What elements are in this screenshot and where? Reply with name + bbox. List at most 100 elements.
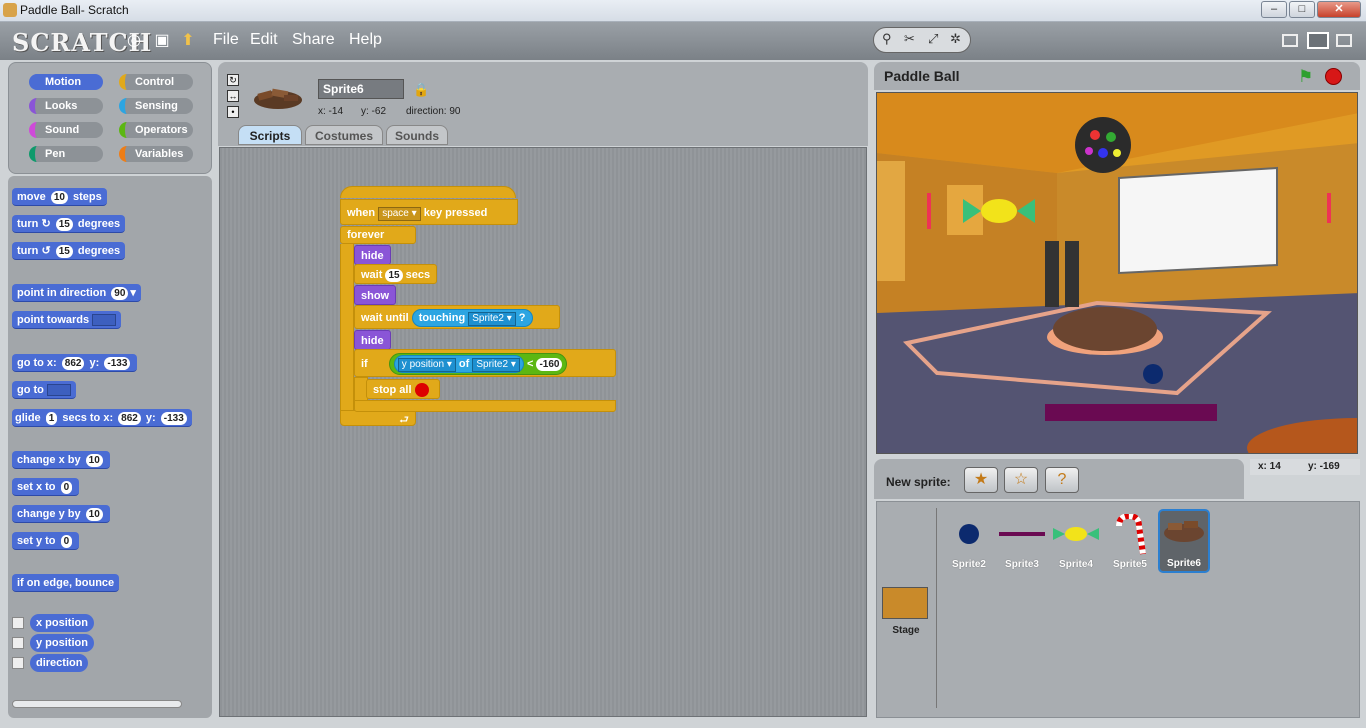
direction-checkbox[interactable]: [12, 657, 24, 669]
reporter-y-position[interactable]: y position: [30, 634, 94, 652]
block-go-to[interactable]: go to: [12, 381, 76, 399]
menubar: SCRATCH ◎ ▣ ⬆ File Edit Share Help ⚲ ✂ ⤢…: [0, 22, 1366, 60]
duplicate-icon[interactable]: ⚲: [882, 31, 892, 47]
category-looks[interactable]: Looks: [29, 98, 103, 114]
block-turn-left[interactable]: turn ↺ 15 degrees: [12, 242, 126, 260]
when-key-pressed-block[interactable]: when space ▾ key pressed: [340, 199, 518, 225]
stop-sign-icon: [414, 383, 429, 398]
stage-header: Paddle Ball ⚑: [874, 62, 1360, 90]
choose-sprite-file-button[interactable]: ☆: [1004, 467, 1038, 493]
block-bounce[interactable]: if on edge, bounce: [12, 574, 120, 592]
block-point-in-direction[interactable]: point in direction 90 ▾: [12, 284, 141, 302]
save-icon[interactable]: ▣: [152, 31, 172, 51]
rotate-right-icon: ↻: [41, 218, 51, 230]
touching-block: touching Sprite2 ▾ ?: [411, 309, 533, 328]
tab-scripts[interactable]: Scripts: [238, 125, 302, 145]
hide-block-2[interactable]: hide: [354, 330, 391, 350]
close-button[interactable]: ✕: [1317, 1, 1361, 18]
cursor-tools: ⚲ ✂ ⤢ ✲: [873, 27, 971, 53]
hat-cap: [340, 186, 516, 198]
category-pen[interactable]: Pen: [29, 146, 103, 162]
sprite-label: Sprite3: [1005, 559, 1039, 570]
tab-costumes[interactable]: Costumes: [305, 125, 383, 145]
sprite-thumb-sprite3[interactable]: Sprite3: [997, 514, 1047, 572]
grow-icon[interactable]: ⤢: [928, 31, 938, 47]
hide-block[interactable]: hide: [354, 245, 391, 265]
sprite-label: Sprite6: [1167, 558, 1201, 569]
lock-icon[interactable]: 🔒: [413, 82, 429, 97]
sprite-name-field[interactable]: Sprite6: [318, 79, 404, 99]
sprite-thumb-sprite4[interactable]: Sprite4: [1051, 514, 1101, 572]
sprite-x: x: -14: [318, 106, 344, 117]
rotate-left-icon: ↺: [41, 245, 51, 257]
flip-style-icon[interactable]: ↔: [227, 90, 239, 102]
sprite-thumb-sprite6-selected[interactable]: Sprite6: [1158, 509, 1210, 573]
shrink-icon[interactable]: ✲: [950, 31, 961, 47]
stop-sign-icon[interactable]: [1325, 68, 1342, 85]
block-set-x[interactable]: set x to 0: [12, 478, 80, 496]
stage-thumbnail[interactable]: Stage: [882, 587, 930, 639]
stage-backdrop: [877, 93, 1357, 453]
category-sensing[interactable]: Sensing: [119, 98, 193, 114]
block-change-x[interactable]: change x by 10: [12, 451, 110, 469]
tab-sounds[interactable]: Sounds: [386, 125, 448, 145]
block-palette: move 10 steps turn ↻ 15 degrees turn ↺ 1…: [8, 176, 212, 718]
x-position-checkbox[interactable]: [12, 617, 24, 629]
project-title: Paddle Ball: [884, 68, 960, 84]
share-icon[interactable]: ⬆: [178, 31, 198, 51]
sprite-label: Sprite4: [1059, 559, 1093, 570]
menu-file[interactable]: File: [213, 31, 239, 49]
category-motion[interactable]: Motion: [29, 74, 103, 90]
green-flag-icon[interactable]: ⚑: [1298, 67, 1313, 87]
wait-until-block[interactable]: wait until touching Sprite2 ▾ ?: [354, 305, 560, 329]
stage-canvas[interactable]: [876, 92, 1358, 454]
of-block: y position ▾ of Sprite2 ▾: [393, 355, 524, 374]
script-area[interactable]: [219, 147, 867, 717]
paint-new-sprite-button[interactable]: ★: [964, 467, 998, 493]
sprite-list-divider: [936, 508, 937, 708]
presentation-mode-icon[interactable]: [1336, 34, 1352, 47]
palette-scrollbar[interactable]: [12, 700, 182, 708]
show-block[interactable]: show: [354, 285, 397, 305]
app-icon: [3, 3, 17, 17]
mouse-x: x: 14: [1258, 461, 1281, 472]
reporter-direction[interactable]: direction: [30, 654, 89, 672]
category-operators[interactable]: Operators: [119, 122, 193, 138]
normal-stage-icon[interactable]: [1307, 32, 1329, 49]
block-glide[interactable]: glide 1 secs to x: 862 y: -133: [12, 409, 192, 427]
no-rotate-icon[interactable]: •: [227, 106, 239, 118]
block-turn-right[interactable]: turn ↻ 15 degrees: [12, 215, 126, 233]
cut-icon[interactable]: ✂: [904, 31, 915, 47]
sprite-thumb-sprite5[interactable]: Sprite5: [1105, 512, 1155, 572]
menu-share[interactable]: Share: [292, 31, 335, 49]
sprite-label: Sprite2: [952, 559, 986, 570]
mouse-position: x: 14 y: -169: [1250, 459, 1360, 475]
sprite-thumb-sprite2[interactable]: Sprite2: [944, 514, 994, 572]
rotate-style-icon[interactable]: ↻: [227, 74, 239, 86]
random-sprite-button[interactable]: ?: [1045, 467, 1079, 493]
reporter-x-position[interactable]: x position: [30, 614, 94, 632]
if-block[interactable]: if y position ▾ of Sprite2 ▾ < -160: [354, 349, 616, 377]
maximize-button[interactable]: □: [1289, 1, 1315, 18]
menu-help[interactable]: Help: [349, 31, 382, 49]
category-variables[interactable]: Variables: [119, 146, 193, 162]
block-move-steps[interactable]: move 10 steps: [12, 188, 107, 206]
sprite-direction: direction: 90: [406, 106, 461, 117]
globe-icon[interactable]: ◎: [124, 31, 144, 51]
y-position-checkbox[interactable]: [12, 637, 24, 649]
forever-block[interactable]: forever: [340, 226, 416, 244]
block-change-y[interactable]: change y by 10: [12, 505, 110, 523]
menu-edit[interactable]: Edit: [250, 31, 278, 49]
block-set-y[interactable]: set y to 0: [12, 532, 80, 550]
block-go-to-xy[interactable]: go to x: 862 y: -133: [12, 354, 138, 372]
sprite-label: Sprite5: [1113, 559, 1147, 570]
minimize-button[interactable]: –: [1261, 1, 1287, 18]
block-point-towards[interactable]: point towards: [12, 311, 122, 329]
category-sound[interactable]: Sound: [29, 122, 103, 138]
small-stage-icon[interactable]: [1282, 34, 1298, 47]
wait-secs-block[interactable]: wait 15 secs: [354, 264, 438, 284]
new-sprite-label: New sprite:: [886, 475, 951, 489]
category-control[interactable]: Control: [119, 74, 193, 90]
stop-all-block[interactable]: stop all: [366, 379, 440, 399]
window-titlebar: Paddle Ball- Scratch – □ ✕: [0, 0, 1366, 22]
